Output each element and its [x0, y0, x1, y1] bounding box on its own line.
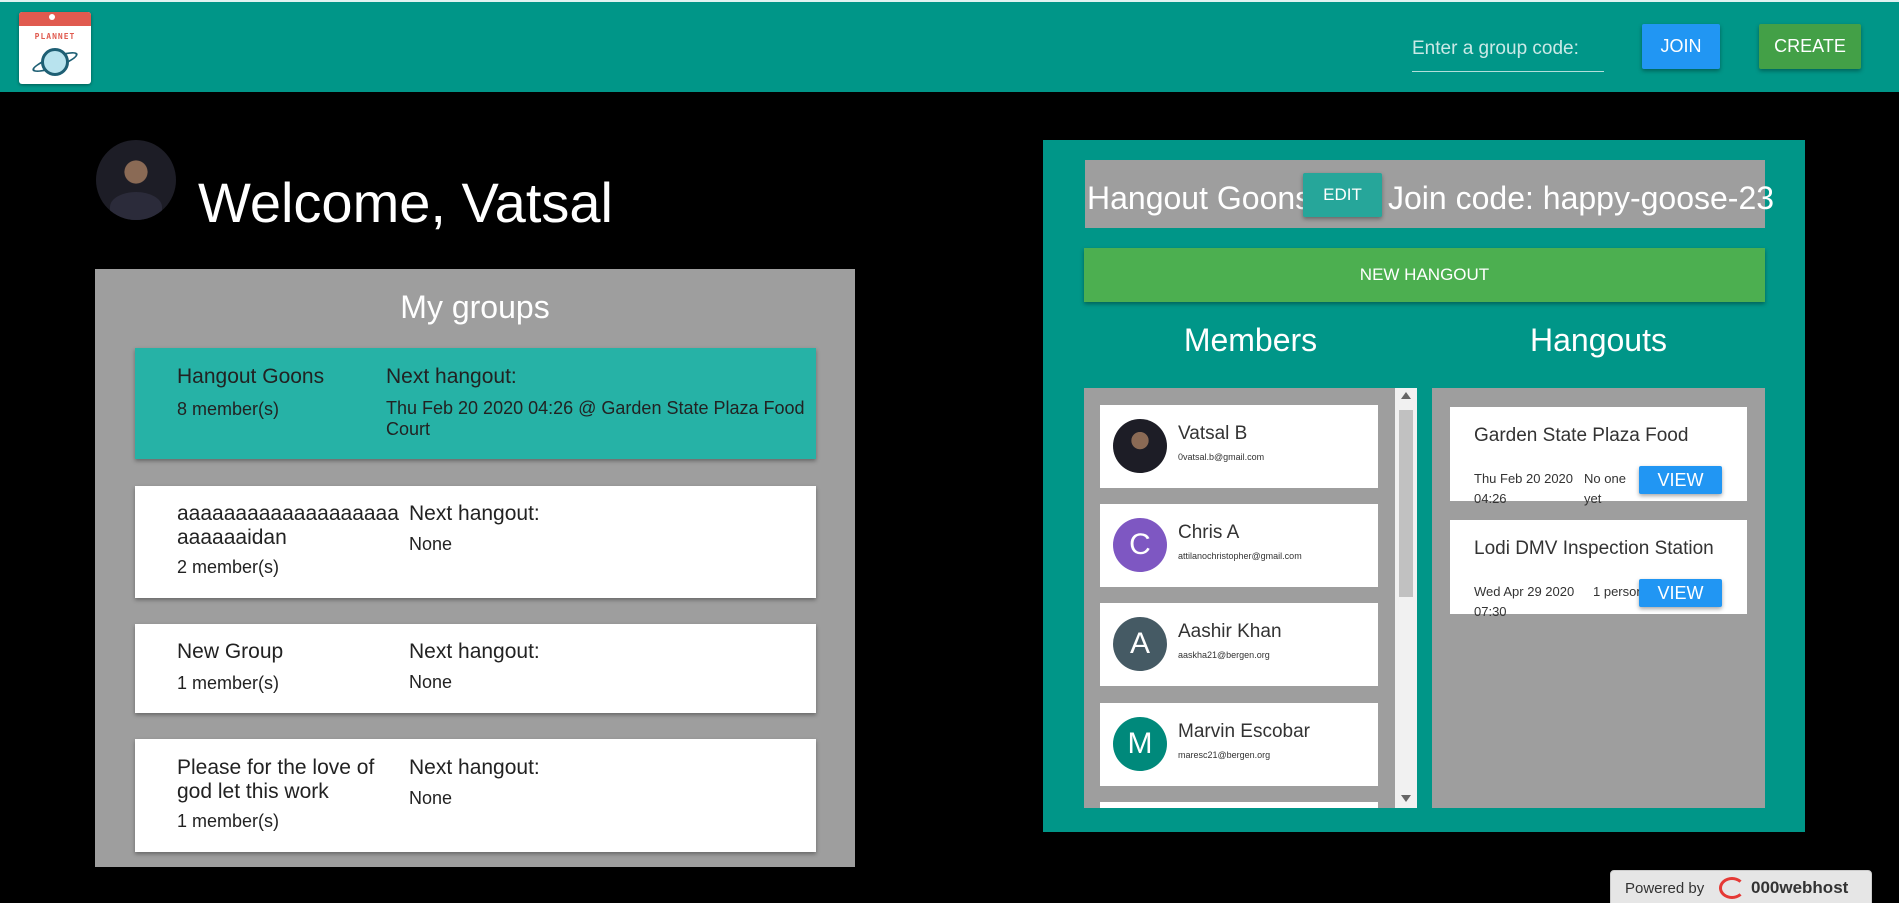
group-name: Hangout Goons	[177, 365, 325, 388]
top-app-bar: PLANNET JOIN CREATE	[0, 0, 1899, 92]
group-name: Please for the love of god let this work	[177, 756, 375, 803]
group-member-count: 1 member(s)	[177, 811, 280, 831]
group-name: New Group	[177, 640, 284, 663]
group-member-count: 2 member(s)	[177, 557, 280, 577]
member-email: maresc21@bergen.org	[1178, 750, 1271, 760]
hangout-date: Thu Feb 20 2020 04:26	[1474, 471, 1574, 506]
hangout-title: Lodi DMV Inspection Station	[1474, 538, 1714, 559]
member-name: Vatsal B	[1178, 423, 1248, 444]
member-card[interactable]: C Chris A attilanochristopher@gmail.com	[1100, 504, 1378, 587]
logo-calendar-band	[19, 12, 91, 26]
hangout-card[interactable]: Garden State Plaza Food Thu Feb 20 2020 …	[1450, 407, 1747, 506]
hangout-date: Wed Apr 29 2020 07:30	[1474, 584, 1575, 619]
powered-by-badge[interactable]: Powered by 000webhost	[1610, 870, 1872, 903]
members-title: Members	[1183, 322, 1318, 358]
edit-group-button[interactable]: EDIT	[1303, 173, 1382, 217]
view-hangout-button[interactable]: VIEW	[1639, 579, 1722, 607]
next-hangout-label: Next hangout:	[409, 502, 540, 525]
join-code: Join code: happy-goose-23	[1388, 180, 1775, 216]
member-email: aaskha21@bergen.org	[1178, 650, 1270, 660]
hangouts-list: Garden State Plaza Food Thu Feb 20 2020 …	[1432, 388, 1765, 808]
plannet-logo[interactable]: PLANNET	[19, 12, 91, 84]
member-name: Aashir Khan	[1178, 621, 1282, 642]
members-scrollbar[interactable]	[1395, 388, 1417, 808]
member-name: Chris A	[1178, 522, 1240, 543]
next-hangout-value: None	[409, 672, 453, 692]
group-card-please-work[interactable]: Please for the love of god let this work…	[135, 739, 816, 852]
powered-by-brand: 000webhost	[1751, 878, 1849, 897]
next-hangout-value: Thu Feb 20 2020 04:26 @ Garden State Pla…	[386, 398, 805, 439]
hangout-card[interactable]: Lodi DMV Inspection Station Wed Apr 29 2…	[1450, 520, 1747, 619]
next-hangout-label: Next hangout:	[409, 640, 540, 663]
webhost-logo-icon	[1719, 877, 1745, 899]
logo-calendar-ring	[49, 14, 55, 20]
user-avatar	[96, 140, 176, 220]
group-title: Hangout Goons	[1087, 180, 1312, 216]
group-card-hangout-goons[interactable]: Hangout Goons 8 member(s) Next hangout: …	[135, 348, 816, 459]
member-avatar	[1113, 419, 1167, 473]
group-member-count: 8 member(s)	[177, 399, 280, 419]
powered-by-label: Powered by	[1625, 880, 1705, 897]
member-email: attilanochristopher@gmail.com	[1178, 551, 1302, 561]
member-avatar: A	[1113, 617, 1167, 671]
logo-text: PLANNET	[34, 32, 76, 41]
join-button[interactable]: JOIN	[1642, 24, 1720, 69]
member-email: 0vatsal.b@gmail.com	[1178, 452, 1265, 462]
member-avatar: M	[1113, 717, 1167, 771]
hangout-title: Garden State Plaza Food	[1474, 425, 1689, 446]
scroll-thumb[interactable]	[1399, 410, 1413, 597]
member-card[interactable]: Vatsal B 0vatsal.b@gmail.com	[1100, 405, 1378, 488]
next-hangout-value: None	[409, 788, 453, 808]
new-hangout-button[interactable]: NEW HANGOUT	[1084, 248, 1765, 302]
next-hangout-value: None	[409, 534, 453, 554]
welcome-heading: Welcome, Vatsal	[198, 171, 613, 234]
next-hangout-label: Next hangout:	[409, 756, 540, 779]
my-groups-title: My groups	[400, 289, 550, 325]
member-card[interactable]	[1100, 802, 1378, 808]
member-card[interactable]: A Aashir Khan aaskha21@bergen.org	[1100, 603, 1378, 686]
member-card[interactable]: M Marvin Escobar maresc21@bergen.org	[1100, 703, 1378, 786]
members-list[interactable]: Vatsal B 0vatsal.b@gmail.com C Chris A a…	[1084, 388, 1417, 808]
hangouts-title: Hangouts	[1530, 322, 1667, 358]
group-card-aidan[interactable]: aaaaaaaaaaaaaaaaaaaaaaaaaidan 2 member(s…	[135, 486, 816, 598]
group-card-new-group[interactable]: New Group 1 member(s) Next hangout: None	[135, 624, 816, 713]
member-avatar: C	[1113, 518, 1167, 572]
hangout-attendees: No one yet	[1584, 471, 1626, 506]
create-button[interactable]: CREATE	[1759, 24, 1861, 69]
planet-icon	[41, 48, 69, 76]
group-member-count: 1 member(s)	[177, 673, 280, 693]
next-hangout-label: Next hangout:	[386, 365, 517, 388]
scroll-down-arrow-icon[interactable]	[1401, 795, 1411, 802]
group-name: aaaaaaaaaaaaaaaaaaaaaaaaaidan	[177, 502, 399, 549]
group-code-input[interactable]	[1412, 26, 1604, 72]
scroll-up-arrow-icon[interactable]	[1401, 392, 1411, 399]
member-name: Marvin Escobar	[1178, 721, 1310, 742]
my-groups-panel: My groups Hangout Goons 8 member(s) Next…	[95, 269, 855, 867]
view-hangout-button[interactable]: VIEW	[1639, 466, 1722, 494]
